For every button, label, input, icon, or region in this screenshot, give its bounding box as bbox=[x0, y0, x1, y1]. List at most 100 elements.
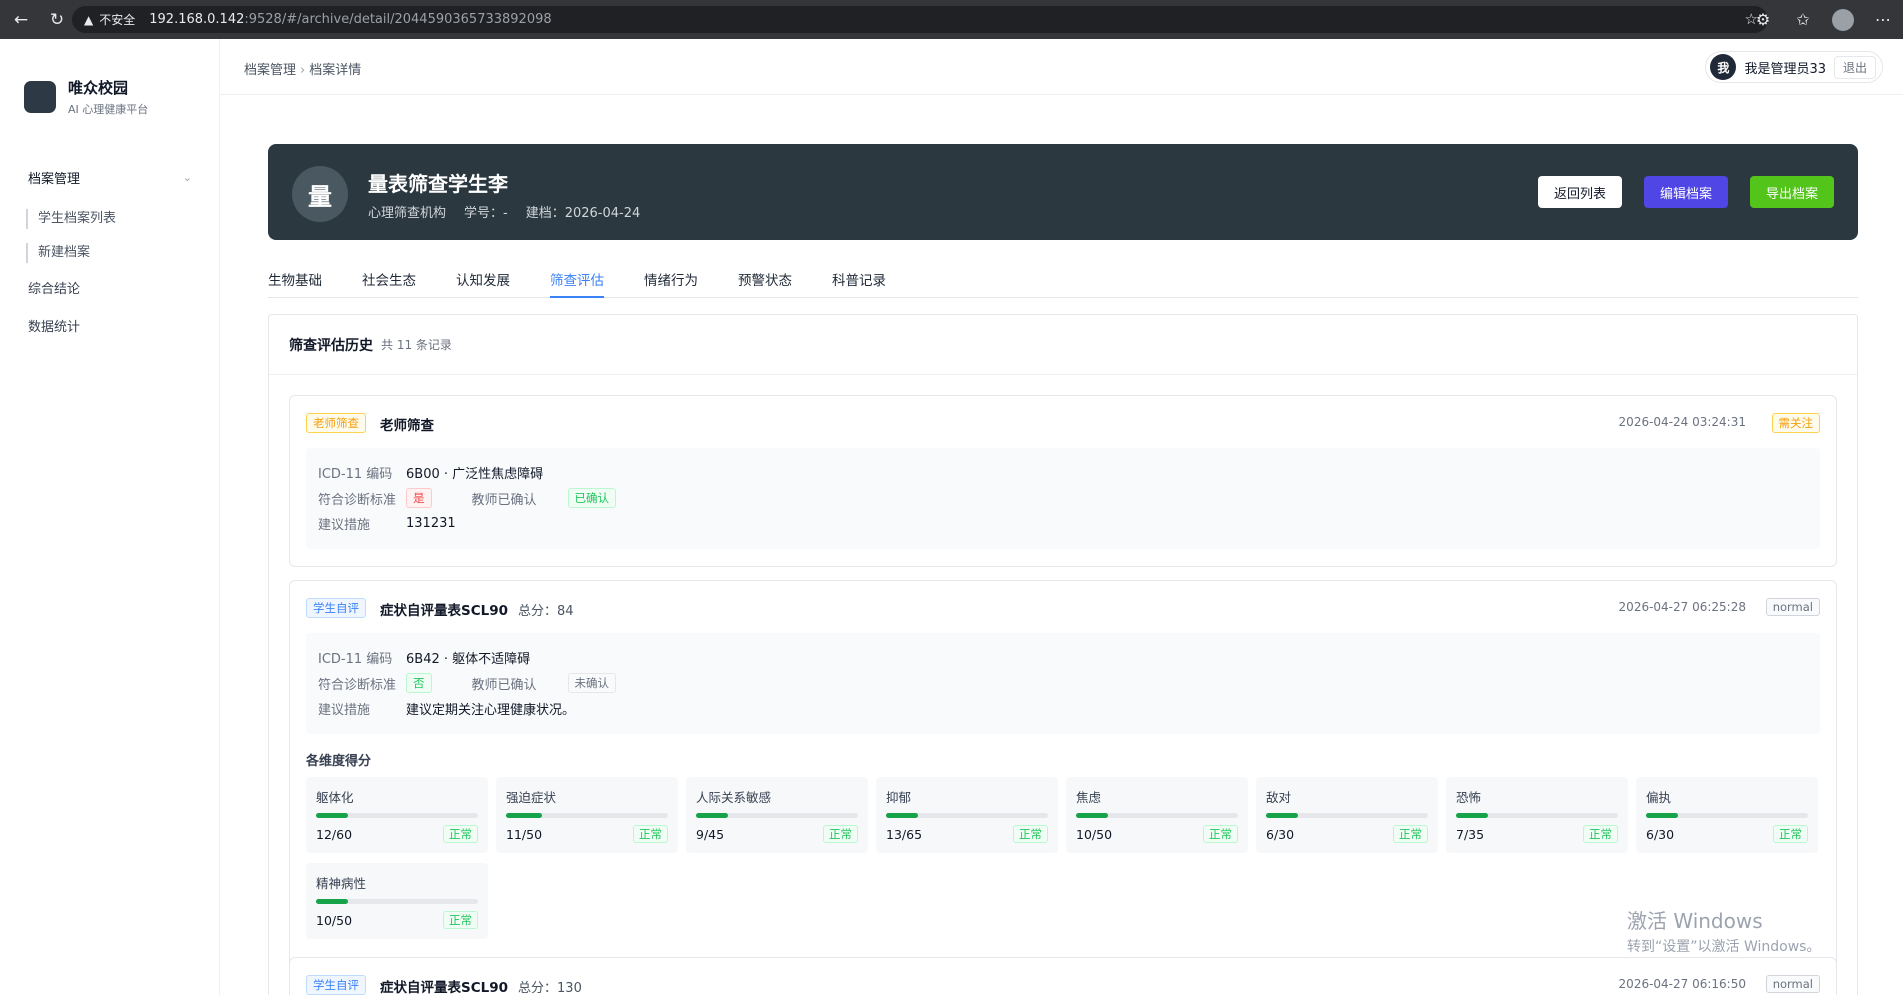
sidebar-menu: 档案管理 ⌄ 学生档案列表 新建档案 综合结论 数据统计 bbox=[0, 159, 220, 347]
dimension-progress-bar bbox=[696, 812, 858, 818]
tab-cognition[interactable]: 认知发展 bbox=[456, 268, 510, 298]
sidebar-item-conclusion[interactable]: 综合结论 bbox=[0, 271, 220, 309]
profile-banner: 量 量表筛查学生李 心理筛查机构 学号：- 建档：2026-04-24 返回列表… bbox=[268, 144, 1858, 240]
brand[interactable]: 唯众校园 AI 心理健康平台 bbox=[24, 77, 148, 117]
sidebar-item-new-archive[interactable]: 新建档案 bbox=[26, 243, 220, 263]
dimension-progress-fill bbox=[1076, 812, 1109, 818]
dimension-score: 6/30 bbox=[1646, 826, 1675, 842]
dimension-name: 偏执 bbox=[1646, 789, 1672, 805]
icd-label: ICD-11 编码 bbox=[318, 467, 393, 483]
dimension-progress-fill bbox=[506, 812, 542, 818]
menu-group-label: 档案管理 bbox=[28, 171, 81, 187]
dimension-name: 精神病性 bbox=[316, 875, 367, 891]
profile-meta: 心理筛查机构 学号：- 建档：2026-04-24 bbox=[368, 202, 640, 221]
dimension-progress-bar bbox=[1266, 812, 1428, 818]
criteria-label: 符合诊断标准 bbox=[318, 492, 397, 508]
dimension-card: 强迫症状 11/50 正常 bbox=[496, 776, 678, 853]
dimension-progress-fill bbox=[886, 812, 919, 818]
breadcrumb: 档案管理 › 档案详情 bbox=[244, 59, 361, 78]
dimension-progress-bar bbox=[1646, 812, 1808, 818]
sidebar-item-statistics[interactable]: 数据统计 bbox=[0, 309, 220, 347]
menu-group-archive[interactable]: 档案管理 ⌄ bbox=[0, 159, 220, 195]
brand-name: 唯众校园 bbox=[68, 79, 129, 97]
dimension-status-badge: 正常 bbox=[1203, 824, 1238, 843]
dimension-card: 恐怖 7/35 正常 bbox=[1446, 776, 1628, 853]
dimension-progress-fill bbox=[316, 898, 349, 904]
record-title-text: 症状自评量表SCL90 bbox=[380, 603, 509, 619]
record-total-score: 总分：84 bbox=[518, 604, 574, 619]
icd-value: 6B00 · 广泛性焦虑障碍 bbox=[406, 467, 544, 483]
export-archive-button[interactable]: 导出档案 bbox=[1749, 176, 1834, 208]
criteria-label: 符合诊断标准 bbox=[318, 677, 397, 693]
profile-avatar-icon[interactable] bbox=[1832, 8, 1854, 31]
extensions-icon[interactable]: ⚙ bbox=[1743, 10, 1783, 29]
reload-icon[interactable]: ↻ bbox=[42, 5, 72, 35]
dimension-score: 9/45 bbox=[696, 826, 725, 842]
dimension-progress-fill bbox=[1646, 812, 1679, 818]
record-status-badge: normal bbox=[1765, 975, 1820, 993]
more-menu-icon[interactable]: ⋯ bbox=[1863, 10, 1903, 29]
browser-toolbar: ← ↻ ▲ 不安全 192.168.0.142:9528/#/archive/d… bbox=[0, 0, 1903, 39]
tab-biology[interactable]: 生物基础 bbox=[268, 268, 322, 298]
back-arrow-icon[interactable]: ← bbox=[6, 5, 36, 35]
record-item: 学生自评 症状自评量表SCL90 总分：84 2026-04-27 06:25:2… bbox=[289, 580, 1837, 970]
dimension-score: 10/50 bbox=[1076, 826, 1113, 842]
dimensions-title: 各维度得分 bbox=[306, 753, 372, 769]
record-source-tag: 老师筛查 bbox=[306, 413, 366, 433]
record-item: 学生自评 症状自评量表SCL90 总分：130 2026-04-27 06:16:… bbox=[289, 957, 1837, 995]
tab-education[interactable]: 科普记录 bbox=[832, 268, 886, 298]
favorites-icon[interactable]: ✩ bbox=[1783, 10, 1823, 29]
record-source-tag: 学生自评 bbox=[306, 598, 366, 618]
back-to-list-button[interactable]: 返回列表 bbox=[1537, 176, 1622, 208]
profile-name: 量表筛查学生李 bbox=[368, 172, 508, 196]
dimension-name: 躯体化 bbox=[316, 789, 354, 805]
record-time: 2026-04-24 03:24:31 bbox=[1618, 415, 1746, 429]
sidebar-item-student-archive-list[interactable]: 学生档案列表 bbox=[26, 209, 220, 229]
dimension-progress-bar bbox=[506, 812, 668, 818]
teacher-confirm-label: 教师已确认 bbox=[471, 492, 537, 508]
teacher-confirm-label: 教师已确认 bbox=[471, 677, 537, 693]
dimension-name: 强迫症状 bbox=[506, 789, 557, 805]
criteria-badge: 否 bbox=[406, 673, 432, 694]
brand-logo bbox=[24, 81, 56, 113]
watermark-line-2: 转到“设置”以激活 Windows。 bbox=[1627, 939, 1821, 955]
tab-warning[interactable]: 预警状态 bbox=[738, 268, 792, 298]
url-path: :9528/#/archive/detail/20445903657338920… bbox=[244, 12, 552, 27]
dimension-status-badge: 正常 bbox=[443, 910, 478, 929]
profile-student-no: 学号：- bbox=[464, 206, 508, 221]
dimension-card: 人际关系敏感 9/45 正常 bbox=[686, 776, 868, 853]
advice-value: 131231 bbox=[406, 516, 456, 532]
breadcrumb-archive[interactable]: 档案管理 bbox=[244, 63, 296, 78]
tab-social[interactable]: 社会生态 bbox=[362, 268, 416, 298]
dimension-progress-fill bbox=[1456, 812, 1489, 818]
tab-emotion[interactable]: 情绪行为 bbox=[644, 268, 698, 298]
dimension-score: 13/65 bbox=[886, 826, 923, 842]
dimension-name: 焦虑 bbox=[1076, 789, 1102, 805]
record-title: 症状自评量表SCL90 总分：130 bbox=[380, 976, 582, 995]
dimension-status-badge: 正常 bbox=[1013, 824, 1048, 843]
dimension-score: 11/50 bbox=[506, 826, 543, 842]
dimension-card: 躯体化 12/60 正常 bbox=[306, 776, 488, 853]
dimension-progress-fill bbox=[316, 812, 349, 818]
dimension-score: 7/35 bbox=[1456, 826, 1485, 842]
tab-screening[interactable]: 筛查评估 bbox=[550, 268, 604, 298]
dimension-name: 抑郁 bbox=[886, 789, 912, 805]
record-status-badge: normal bbox=[1765, 598, 1820, 616]
record-title-text: 症状自评量表SCL90 bbox=[380, 980, 509, 995]
dimension-score: 10/50 bbox=[316, 912, 353, 928]
icd-value: 6B42 · 躯体不适障碍 bbox=[406, 652, 531, 668]
dimension-card: 精神病性 10/50 正常 bbox=[306, 862, 488, 939]
record-item: 老师筛查 老师筛查 2026-04-24 03:24:31 需关注 ICD-11… bbox=[289, 395, 1837, 567]
warning-icon: ▲ bbox=[84, 12, 94, 27]
edit-archive-button[interactable]: 编辑档案 bbox=[1643, 176, 1728, 208]
profile-avatar: 量 bbox=[292, 166, 348, 222]
chevron-down-icon: ⌄ bbox=[182, 170, 192, 184]
archive-tabs: 生物基础 社会生态 认知发展 筛查评估 情绪行为 预警状态 科普记录 bbox=[268, 268, 1858, 298]
address-bar[interactable]: ▲ 不安全 192.168.0.142:9528/#/archive/detai… bbox=[72, 6, 1768, 33]
windows-activation-watermark: 激活 Windows 转到“设置”以激活 Windows。 bbox=[1627, 905, 1820, 956]
logout-button[interactable]: 退出 bbox=[1833, 55, 1876, 79]
dimension-progress-bar bbox=[1076, 812, 1238, 818]
record-source-tag: 学生自评 bbox=[306, 975, 366, 995]
dimension-progress-bar bbox=[1456, 812, 1618, 818]
dimension-status-badge: 正常 bbox=[1583, 824, 1618, 843]
